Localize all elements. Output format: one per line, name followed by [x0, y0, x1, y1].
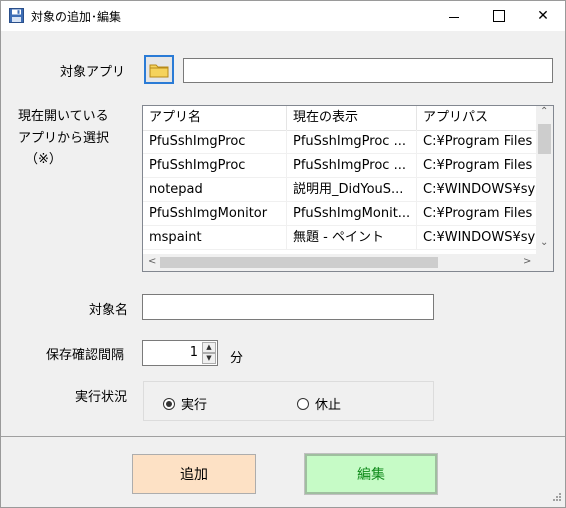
cell-app-name: PfuSshImgMonitor	[143, 202, 287, 226]
cell-app-name: notepad	[143, 178, 287, 202]
radio-run[interactable]: 実行	[163, 394, 207, 413]
cell-current-display: PfuSshImgMonit...	[287, 202, 417, 226]
target-name-input[interactable]	[142, 294, 434, 320]
list-row[interactable]: PfuSshImgProc PfuSshImgProc ... C:¥Progr…	[143, 154, 538, 178]
add-button[interactable]: 追加	[132, 454, 256, 494]
cell-app-path: C:¥Program Files	[417, 130, 538, 154]
cell-app-name: PfuSshImgProc	[143, 154, 287, 178]
scroll-right-icon[interactable]: >	[523, 256, 531, 267]
radio-selected-dot	[166, 400, 172, 407]
add-button-label: 追加	[180, 467, 208, 483]
cell-current-display: PfuSshImgProc ...	[287, 154, 417, 178]
minimize-icon	[449, 16, 459, 18]
horizontal-scrollbar[interactable]: < >	[143, 254, 536, 271]
title-bar: 対象の追加･編集 ✕	[1, 1, 565, 31]
cell-app-path: C:¥Program Files	[417, 202, 538, 226]
browse-folder-button[interactable]	[144, 55, 174, 84]
radio-run-label: 実行	[181, 398, 208, 413]
scrollbar-corner	[536, 254, 553, 271]
list-row[interactable]: PfuSshImgMonitor PfuSshImgMonit... C:¥Pr…	[143, 202, 538, 226]
window-title: 対象の追加･編集	[31, 10, 122, 24]
target-app-input[interactable]	[183, 58, 553, 83]
list-row[interactable]: mspaint 無題 - ペイント C:¥WINDOWS¥sy	[143, 226, 538, 250]
list-row[interactable]: notepad 説明用_DidYouS... C:¥WINDOWS¥sy	[143, 178, 538, 202]
cell-app-path: C:¥WINDOWS¥sy	[417, 226, 538, 250]
exec-status-group: 実行 休止	[143, 381, 434, 421]
cell-app-name: mspaint	[143, 226, 287, 250]
cell-app-name: PfuSshImgProc	[143, 130, 287, 154]
cell-current-display: 説明用_DidYouS...	[287, 178, 417, 202]
app-icon	[9, 8, 24, 23]
edit-button[interactable]: 編集	[304, 453, 438, 495]
save-interval-unit: 分	[230, 351, 244, 366]
target-app-label: 対象アプリ	[60, 65, 126, 80]
edit-button-label: 編集	[357, 467, 385, 483]
running-apps-list[interactable]: アプリ名 現在の表示 アプリパス PfuSshImgProc PfuSshImg…	[142, 105, 554, 272]
list-header: アプリ名 現在の表示 アプリパス	[143, 106, 538, 131]
save-interval-value[interactable]: 1	[190, 345, 198, 360]
radio-pause[interactable]: 休止	[297, 394, 341, 413]
close-icon: ✕	[537, 8, 549, 24]
running-apps-label-line1: 現在開いている	[18, 109, 109, 124]
dialog-window: 対象の追加･編集 ✕ 対象アプリ 現在開いている アプリから選択 （※） アプリ…	[0, 0, 566, 508]
vertical-scrollbar[interactable]: ⌃ ⌄	[536, 106, 553, 254]
resize-grip-icon[interactable]	[550, 492, 562, 504]
decrement-icon[interactable]: ▼	[202, 353, 216, 364]
radio-pause-label: 休止	[315, 398, 342, 413]
maximize-button[interactable]	[476, 1, 522, 31]
scroll-down-icon[interactable]: ⌄	[540, 237, 548, 248]
increment-icon[interactable]: ▲	[202, 342, 216, 353]
target-name-label: 対象名	[89, 303, 129, 318]
exec-status-label: 実行状況	[75, 390, 128, 405]
running-apps-label-line2: アプリから選択	[18, 131, 110, 146]
scroll-up-icon[interactable]: ⌃	[540, 106, 548, 117]
cell-app-path: C:¥WINDOWS¥sy	[417, 178, 538, 202]
cell-current-display: 無題 - ペイント	[287, 226, 417, 250]
minimize-button[interactable]	[431, 1, 477, 31]
column-header-app-name[interactable]: アプリ名	[143, 106, 287, 130]
list-row[interactable]: PfuSshImgProc PfuSshImgProc ... C:¥Progr…	[143, 130, 538, 154]
maximize-icon	[493, 10, 505, 22]
folder-icon	[149, 64, 169, 77]
cell-app-path: C:¥Program Files	[417, 154, 538, 178]
cell-current-display: PfuSshImgProc ...	[287, 130, 417, 154]
scroll-left-icon[interactable]: <	[148, 256, 156, 267]
save-interval-label: 保存確認間隔	[46, 348, 125, 363]
column-header-current-display[interactable]: 現在の表示	[287, 106, 417, 130]
footer-separator	[1, 436, 565, 437]
horizontal-scroll-thumb[interactable]	[160, 257, 438, 268]
running-apps-label-note: （※）	[25, 152, 62, 167]
vertical-scroll-thumb[interactable]	[538, 124, 551, 154]
radio-pause-icon[interactable]	[297, 397, 309, 410]
column-header-app-path[interactable]: アプリパス	[417, 106, 538, 130]
save-interval-stepper[interactable]: 1 ▲ ▼	[142, 340, 218, 366]
close-button[interactable]: ✕	[520, 1, 566, 31]
radio-run-icon[interactable]	[163, 397, 175, 410]
